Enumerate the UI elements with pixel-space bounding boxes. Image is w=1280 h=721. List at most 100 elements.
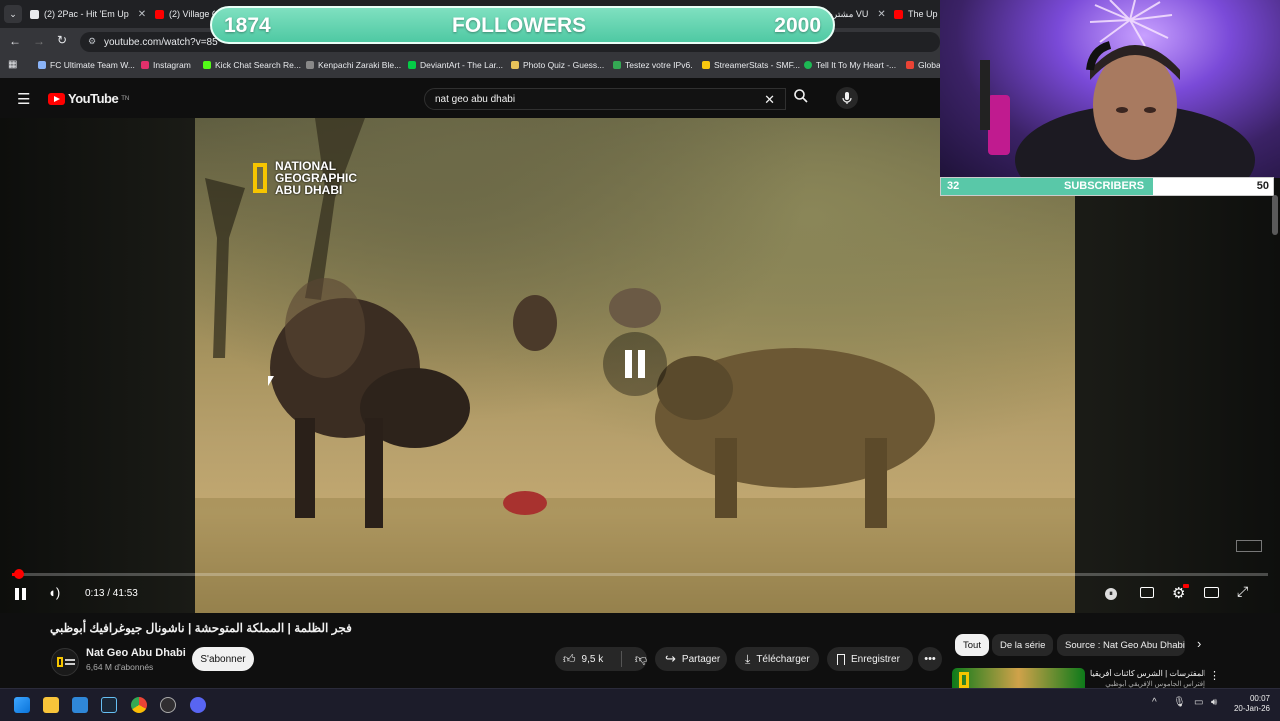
nat-geo-logo-icon bbox=[959, 672, 969, 688]
link-icon bbox=[38, 61, 46, 69]
file-explorer-icon[interactable] bbox=[43, 697, 59, 713]
like-button[interactable]: 👍︎ 9,5 k bbox=[555, 652, 615, 667]
followers-goal-bar: 1874 FOLLOWERS 2000 bbox=[210, 6, 835, 44]
menu-icon[interactable]: ☰ bbox=[17, 90, 30, 108]
chip-label: Source : Nat Geo Abu Dhabi bbox=[1065, 639, 1185, 651]
followers-current: 1874 bbox=[224, 14, 271, 37]
bookmark-item[interactable]: Photo Quiz - Guess... bbox=[511, 60, 604, 70]
bookmarks-bar: ▦ FC Ultimate Team W... Instagram Kick C… bbox=[0, 56, 941, 79]
taskbar-clock[interactable]: 00:07 20-Jan-26 bbox=[1226, 694, 1270, 714]
tab-2pac[interactable]: (2) 2Pac - Hit 'Em Up ✕ bbox=[30, 4, 145, 24]
more-actions-button[interactable]: ••• bbox=[918, 647, 942, 671]
corner-brand-icon bbox=[1236, 540, 1262, 552]
chip-source[interactable]: Source : Nat Geo Abu Dhabi bbox=[1057, 634, 1185, 656]
bookmark-item[interactable]: Kenpachi Zaraki Ble... bbox=[306, 60, 401, 70]
share-button[interactable]: ↪ Partager bbox=[655, 647, 727, 671]
like-count: 9,5 k bbox=[581, 653, 604, 665]
chevron-right-icon[interactable]: › bbox=[1197, 636, 1201, 651]
clock-time: 00:07 bbox=[1249, 694, 1270, 703]
hd-badge bbox=[1183, 584, 1189, 588]
scrollbar[interactable] bbox=[1272, 195, 1278, 235]
volume-icon[interactable]: ◖) bbox=[48, 585, 60, 600]
theater-mode-icon[interactable] bbox=[1204, 587, 1219, 598]
streamerstats-icon bbox=[702, 61, 710, 69]
nat-geo-logo-icon bbox=[253, 163, 267, 193]
channel-name[interactable]: Nat Geo Abu Dhabi bbox=[86, 647, 186, 659]
thumbs-up-icon: 👍︎ bbox=[563, 651, 576, 666]
clear-search-icon[interactable]: ✕ bbox=[764, 92, 775, 108]
network-icon[interactable]: ▭ bbox=[1194, 697, 1203, 708]
kebab-menu-icon[interactable]: ⋮ bbox=[1209, 669, 1220, 682]
bookmark-label: StreamerStats - SMF... bbox=[714, 60, 800, 70]
check-icon bbox=[613, 61, 621, 69]
logo-text: YouTube bbox=[68, 91, 119, 106]
nat-geo-logo-icon bbox=[57, 657, 63, 667]
steam-icon[interactable] bbox=[101, 697, 117, 713]
save-button[interactable]: Enregistrer bbox=[827, 647, 913, 671]
bookmark-label: Globa bbox=[918, 60, 941, 70]
bookmark-item[interactable]: Tell It To My Heart -... bbox=[804, 60, 896, 70]
channel-avatar[interactable] bbox=[51, 648, 79, 676]
search-input[interactable]: nat geo abu dhabi ✕ bbox=[424, 88, 786, 110]
bookmark-item[interactable]: DeviantArt - The Lar... bbox=[408, 60, 503, 70]
site-info-icon[interactable]: ⚙ bbox=[88, 36, 96, 47]
chrome-icon[interactable] bbox=[131, 697, 147, 713]
progress-bar[interactable] bbox=[12, 569, 1268, 579]
bookmark-item[interactable]: StreamerStats - SMF... bbox=[702, 60, 800, 70]
instagram-icon bbox=[141, 61, 149, 69]
bookmark-icon bbox=[837, 653, 845, 665]
followers-label: FOLLOWERS bbox=[452, 14, 587, 37]
related-title[interactable]: جنة المفترسات | الشرس كائنات أفريقيا bbox=[1090, 669, 1205, 678]
windows-start-icon[interactable] bbox=[14, 697, 30, 713]
tab-search-button[interactable]: ⌄ bbox=[4, 5, 22, 23]
youtube-logo[interactable]: YouTube TN bbox=[48, 91, 129, 106]
download-icon: ⤓ bbox=[745, 651, 751, 666]
speaker-icon[interactable]: 🔊︎ bbox=[1211, 697, 1217, 708]
tab-village[interactable]: (2) Village C bbox=[155, 4, 215, 24]
autoplay-toggle[interactable]: ⏸ bbox=[1105, 588, 1117, 600]
close-icon[interactable]: ✕ bbox=[877, 9, 885, 20]
webcam-overlay bbox=[940, 0, 1280, 178]
tab-label: The Up I bbox=[908, 9, 940, 19]
chip-label: De la série bbox=[1000, 639, 1046, 651]
logo-country: TN bbox=[121, 95, 130, 102]
webcam-feed bbox=[980, 0, 1255, 178]
link-icon bbox=[906, 61, 914, 69]
pause-button[interactable] bbox=[14, 587, 28, 601]
bookmark-item[interactable]: Kick Chat Search Re... bbox=[203, 60, 301, 70]
apps-icon[interactable]: ▦ bbox=[8, 59, 17, 70]
progress-scrubber[interactable] bbox=[13, 569, 24, 579]
chip-all[interactable]: Tout bbox=[955, 634, 989, 656]
chip-series[interactable]: De la série bbox=[992, 634, 1054, 656]
discord-icon[interactable] bbox=[190, 697, 206, 713]
voice-search-button[interactable] bbox=[836, 87, 858, 109]
bookmark-label: Photo Quiz - Guess... bbox=[523, 60, 605, 70]
close-icon[interactable]: ✕ bbox=[138, 9, 145, 20]
bookmark-item[interactable]: Instagram bbox=[141, 60, 191, 70]
forward-icon[interactable]: → bbox=[33, 34, 45, 48]
dislike-button[interactable]: 👎︎ bbox=[628, 652, 647, 667]
app-icon[interactable] bbox=[72, 697, 88, 713]
related-thumbnail[interactable] bbox=[952, 668, 1085, 690]
center-pause-icon[interactable] bbox=[603, 332, 667, 396]
back-icon[interactable]: ← bbox=[9, 34, 21, 48]
more-icon: ••• bbox=[924, 653, 936, 665]
chevron-up-icon[interactable]: ^ bbox=[1152, 697, 1157, 708]
microphone-icon[interactable]: 🎙︎ bbox=[1173, 697, 1186, 708]
tab-the-up[interactable]: The Up I bbox=[894, 4, 940, 24]
fullscreen-icon[interactable]: ⤢ bbox=[1237, 583, 1248, 600]
microphone-icon bbox=[842, 92, 852, 104]
thumbs-down-icon: 👎︎ bbox=[634, 651, 647, 666]
share-label: Partager bbox=[681, 653, 721, 665]
download-button[interactable]: ⤓ Télécharger bbox=[735, 647, 819, 671]
reload-icon[interactable]: ↻ bbox=[57, 33, 67, 47]
bookmark-item[interactable]: Testez votre IPv6. bbox=[613, 60, 693, 70]
url-text: youtube.com/watch?v=85 bbox=[104, 36, 218, 48]
bookmark-label: Kick Chat Search Re... bbox=[215, 60, 301, 70]
bookmark-item[interactable]: Globa bbox=[906, 60, 941, 70]
subscribe-button[interactable]: S'abonner bbox=[192, 647, 254, 671]
search-icon[interactable] bbox=[793, 88, 813, 108]
obs-icon[interactable] bbox=[160, 697, 176, 713]
subtitles-icon[interactable] bbox=[1140, 587, 1154, 598]
bookmark-item[interactable]: FC Ultimate Team W... bbox=[38, 60, 135, 70]
